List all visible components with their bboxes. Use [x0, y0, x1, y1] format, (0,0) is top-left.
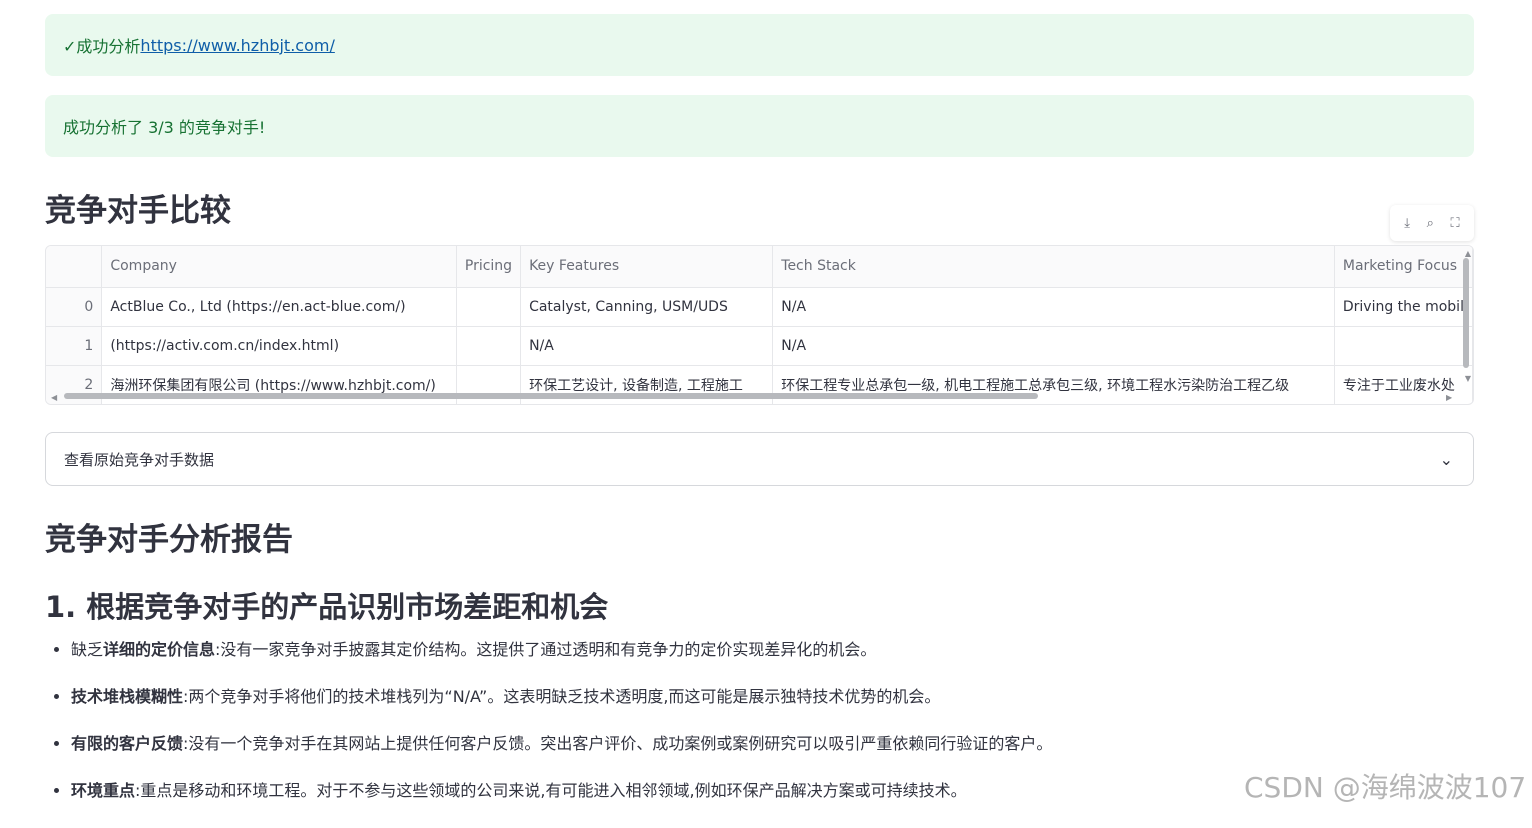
search-icon[interactable]: ⌕ — [1427, 216, 1434, 231]
scroll-left-icon[interactable]: ◀ — [51, 393, 57, 402]
alert-text: ✓成功分析 — [63, 37, 141, 56]
tech-cell[interactable]: N/A — [772, 326, 1335, 366]
bullet-text: :重点是移动和环境工程。对于不参与这些领域的公司来说,有可能进入相邻领域,例如环… — [135, 781, 967, 800]
list-item: 有限的客户反馈:没有一个竞争对手在其网站上提供任何客户反馈。突出客户评价、成功案… — [71, 734, 1471, 754]
report-title: 竞争对手分析报告 — [45, 522, 293, 558]
list-item: 缺乏详细的定价信息:没有一家竞争对手披露其定价结构。这提供了通过透明和有竞争力的… — [71, 640, 1471, 660]
download-icon[interactable]: ⤓ — [1404, 216, 1410, 231]
comparison-title: 竞争对手比较 — [45, 193, 231, 229]
table-row[interactable]: 1 (https://activ.com.cn/index.html) N/A … — [46, 326, 1473, 366]
bullet-text: :没有一个竞争对手在其网站上提供任何客户反馈。突出客户评价、成功案例或案例研究可… — [183, 734, 1053, 753]
fullscreen-icon[interactable]: ⛶ — [1451, 216, 1460, 231]
company-cell[interactable]: ActBlue Co., Ltd (https://en.act-blue.co… — [101, 287, 457, 327]
success-alert-summary: 成功分析了 3/3 的竞争对手! — [45, 95, 1474, 157]
tech-cell[interactable]: N/A — [772, 287, 1335, 327]
bullet-text: :两个竞争对手将他们的技术堆栈列为“N/A”。这表明缺乏技术透明度,而这可能是展… — [183, 687, 941, 706]
company-cell[interactable]: (https://activ.com.cn/index.html) — [101, 326, 457, 366]
analyzed-url-link[interactable]: https://www.hzhbjt.com/ — [140, 36, 334, 55]
pricing-header[interactable]: Pricing — [456, 246, 522, 288]
success-alert-url: ✓成功分析 https://www.hzhbjt.com/ — [45, 14, 1474, 76]
pricing-cell[interactable] — [456, 287, 522, 327]
dataframe-toolbar: ⤓ ⌕ ⛶ — [1390, 205, 1474, 241]
index-header[interactable] — [46, 246, 103, 288]
watermark: CSDN @海绵波波107 — [1244, 771, 1527, 804]
pricing-cell[interactable] — [456, 326, 522, 366]
bullet-text: :没有一家竞争对手披露其定价结构。这提供了通过透明和有竞争力的定价实现差异化的机… — [215, 640, 877, 659]
scroll-down-icon[interactable]: ▼ — [1465, 374, 1471, 383]
raw-data-expander[interactable]: 查看原始竞争对手数据 ⌄ — [45, 432, 1474, 486]
scroll-up-icon[interactable]: ▲ — [1465, 249, 1471, 258]
bullet-heading: 有限的客户反馈 — [71, 734, 184, 753]
vertical-scrollbar[interactable] — [1463, 258, 1469, 368]
marketing-cell[interactable]: Driving the mobil — [1334, 287, 1473, 327]
company-header[interactable]: Company — [101, 246, 457, 288]
scroll-right-icon[interactable]: ▶ — [1446, 393, 1452, 402]
bullet-prefix: 缺乏 — [71, 640, 104, 659]
row-index: 1 — [46, 326, 103, 366]
features-cell[interactable]: Catalyst, Canning, USM/UDS — [520, 287, 774, 327]
alert-summary-text: 成功分析了 3/3 的竞争对手! — [63, 118, 266, 137]
section-1-title: 1. 根据竞争对手的产品识别市场差距和机会 — [45, 590, 609, 624]
features-header[interactable]: Key Features — [520, 246, 774, 288]
table-header-row: Company Pricing Key Features Tech Stack … — [46, 246, 1473, 288]
features-cell[interactable]: N/A — [520, 326, 774, 366]
table-row[interactable]: 0 ActBlue Co., Ltd (https://en.act-blue.… — [46, 287, 1473, 327]
horizontal-scrollbar[interactable] — [64, 393, 1038, 399]
marketing-header[interactable]: Marketing Focus — [1334, 246, 1473, 288]
marketing-cell[interactable] — [1334, 326, 1473, 366]
bullet-heading: 详细的定价信息 — [103, 640, 216, 659]
comparison-table[interactable]: Company Pricing Key Features Tech Stack … — [45, 245, 1474, 405]
expander-label: 查看原始竞争对手数据 — [64, 450, 215, 469]
bullet-heading: 技术堆栈模糊性 — [71, 687, 184, 706]
list-item: 技术堆栈模糊性:两个竞争对手将他们的技术堆栈列为“N/A”。这表明缺乏技术透明度… — [71, 687, 1471, 707]
chevron-down-icon: ⌄ — [1439, 449, 1453, 469]
bullet-heading: 环境重点 — [71, 781, 136, 800]
tech-header[interactable]: Tech Stack — [772, 246, 1335, 288]
row-index: 0 — [46, 287, 103, 327]
